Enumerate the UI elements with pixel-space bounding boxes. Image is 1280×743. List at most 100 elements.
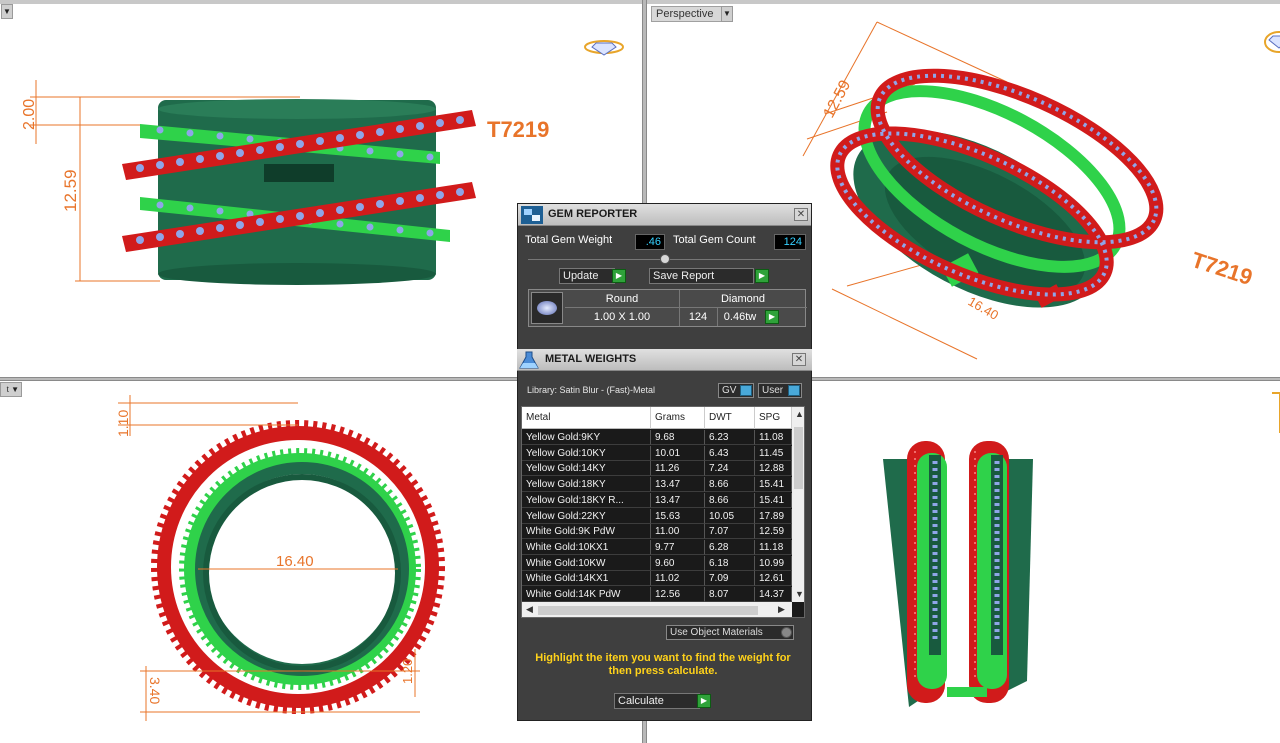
perspective-model-tag: T7219	[1188, 247, 1255, 290]
gv-toggle[interactable]: GV	[718, 383, 754, 398]
table-row[interactable]: White Gold:14KX1 11.02 7.09 12.61	[522, 571, 792, 587]
total-gem-weight-value: .46	[635, 234, 665, 250]
gem-reporter-title: GEM REPORTER	[518, 204, 811, 226]
user-toggle[interactable]: User	[758, 383, 802, 398]
cell-dwt: 10.05	[705, 508, 755, 524]
cell-dwt: 7.09	[705, 571, 755, 587]
cell-metal: White Gold:14KX1	[522, 571, 651, 587]
model-tag: T7219	[487, 117, 549, 142]
table-row[interactable]: Yellow Gold:10KY 10.01 6.43 11.45	[522, 445, 792, 462]
metal-weights-close-button[interactable]: ✕	[792, 353, 806, 366]
cell-dwt: 7.07	[705, 524, 755, 540]
cell-grams: 9.60	[651, 555, 705, 571]
viewport-perspective-label[interactable]: Perspective	[651, 6, 722, 22]
cell-metal: Yellow Gold:18KY R...	[522, 492, 651, 508]
cell-grams: 9.77	[651, 539, 705, 555]
gem-cut-label: Round	[605, 293, 639, 305]
col-header-dwt[interactable]: DWT	[705, 407, 755, 429]
gem-size-label: 1.00 X 1.00	[593, 311, 651, 323]
use-object-materials-toggle[interactable]: Use Object Materials	[666, 625, 794, 640]
cell-grams: 12.56	[651, 587, 705, 602]
metal-weights-title: METAL WEIGHTS	[517, 349, 812, 371]
gem-row[interactable]: Round 1.00 X 1.00 Diamond 124 0.46tw ▶	[528, 289, 807, 327]
flask-icon	[518, 350, 540, 370]
table-row[interactable]: Yellow Gold:9KY 9.68 6.23 11.08	[522, 430, 792, 446]
gem-reporter-close-button[interactable]: ✕	[794, 208, 808, 221]
calculate-go-icon[interactable]: ▶	[697, 694, 711, 708]
dim-width-label: 2.00	[21, 99, 38, 130]
cell-metal: White Gold:10KW	[522, 555, 651, 571]
horizontal-scroll-thumb[interactable]	[538, 606, 758, 615]
perspective-dropdown-icon[interactable]: ▼	[721, 6, 733, 22]
gem-stone-label: Diamond	[720, 293, 766, 305]
cell-spg: 11.45	[755, 445, 792, 461]
col-header-metal[interactable]: Metal	[522, 407, 651, 429]
gv-label: GV	[722, 385, 737, 396]
calculate-hint: Highlight the item you want to find the …	[535, 652, 791, 677]
table-row[interactable]: White Gold:10KX1 9.77 6.28 11.18	[522, 539, 792, 556]
vertical-scroll-thumb[interactable]	[794, 427, 803, 489]
top-dim-inner: 16.40	[276, 553, 314, 570]
gem-icon-side	[1272, 392, 1280, 433]
cell-dwt: 8.07	[705, 587, 755, 602]
scroll-right-icon[interactable]: ▶	[778, 604, 785, 615]
table-row[interactable]: White Gold:9K PdW 11.00 7.07 12.59	[522, 524, 792, 540]
top-dim-bottom: 3.40	[147, 677, 163, 704]
total-gem-count-label: Total Gem Count	[673, 234, 756, 246]
table-row[interactable]: White Gold:10KW 9.60 6.18 10.99	[522, 555, 792, 572]
cell-dwt: 6.23	[705, 430, 755, 445]
viewport-top-dropdown[interactable]: t ▼	[0, 382, 22, 397]
cell-spg: 10.99	[755, 555, 792, 571]
metal-weights-table[interactable]: Metal Grams DWT SPG Yellow Gold:9KY 9.68 6…	[521, 406, 805, 618]
col-header-grams[interactable]: Grams	[651, 407, 705, 429]
cell-metal: Yellow Gold:9KY	[522, 430, 651, 445]
cell-spg: 12.61	[755, 571, 792, 587]
user-label: User	[762, 385, 784, 396]
table-row[interactable]: Yellow Gold:14KY 11.26 7.24 12.88	[522, 461, 792, 477]
table-row[interactable]: Yellow Gold:18KY 13.47 8.66 15.41	[522, 477, 792, 493]
round-gem-icon	[531, 292, 563, 324]
save-report-go-icon[interactable]: ▶	[755, 269, 769, 283]
cell-spg: 14.37	[755, 587, 792, 602]
save-report-button[interactable]: Save Report	[649, 268, 754, 284]
gem-icon	[584, 40, 624, 56]
scroll-up-icon[interactable]: ▲	[795, 409, 804, 419]
cell-metal: Yellow Gold:18KY	[522, 477, 651, 493]
update-go-icon[interactable]: ▶	[612, 269, 626, 283]
user-toggle-indicator	[788, 385, 800, 396]
cell-grams: 11.02	[651, 571, 705, 587]
gv-toggle-indicator	[740, 385, 752, 396]
cell-dwt: 7.24	[705, 461, 755, 477]
table-row[interactable]: Yellow Gold:18KY R... 13.47 8.66 15.41	[522, 492, 792, 509]
gem-count-label: 124	[688, 311, 708, 323]
total-gem-count-value: 124	[774, 234, 806, 250]
col-header-spg[interactable]: SPG	[755, 407, 792, 429]
cell-spg: 12.59	[755, 524, 792, 540]
calculate-button[interactable]: Calculate	[614, 693, 700, 709]
cell-metal: Yellow Gold:10KY	[522, 445, 651, 461]
cell-dwt: 6.28	[705, 539, 755, 555]
gem-weight-label: 0.46tw	[723, 311, 757, 323]
gem-icon-perspective	[1264, 31, 1280, 53]
gem-reporter-app-icon	[521, 206, 543, 224]
table-row[interactable]: Yellow Gold:22KY 15.63 10.05 17.89	[522, 508, 792, 525]
report-slider-handle[interactable]	[660, 254, 670, 264]
cell-metal: Yellow Gold:22KY	[522, 508, 651, 524]
top-dim-top: 1.10	[115, 410, 131, 437]
cell-grams: 11.26	[651, 461, 705, 477]
cell-spg: 17.89	[755, 508, 792, 524]
gem-reporter-panel: GEM REPORTER ✕ Total Gem Weight .46 Tota…	[517, 203, 812, 351]
cell-grams: 10.01	[651, 445, 705, 461]
gem-row-go-icon[interactable]: ▶	[765, 310, 779, 324]
table-row[interactable]: White Gold:14K PdW 12.56 8.07 14.37	[522, 587, 792, 603]
update-button[interactable]: Update	[559, 268, 615, 284]
use-object-materials-radio[interactable]	[781, 627, 792, 638]
viewport-menu-dropdown[interactable]: ▼	[1, 4, 13, 19]
metal-table-header: Metal Grams DWT SPG	[522, 407, 792, 429]
total-gem-weight-label: Total Gem Weight	[525, 234, 613, 246]
scroll-down-icon[interactable]: ▼	[795, 589, 804, 599]
cell-dwt: 6.18	[705, 555, 755, 571]
top-dim-side: 1.20	[400, 659, 415, 684]
cell-grams: 13.47	[651, 492, 705, 508]
scroll-left-icon[interactable]: ◀	[526, 604, 533, 615]
